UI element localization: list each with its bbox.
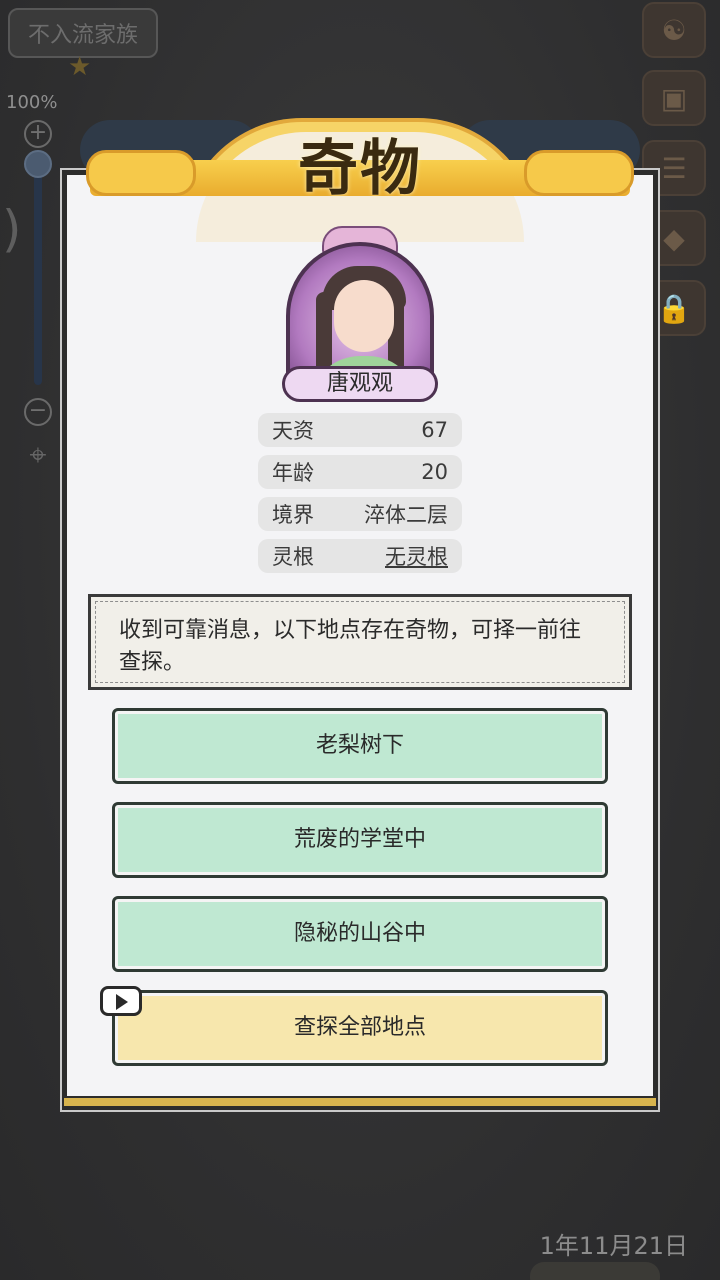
event-message: 收到可靠消息，以下地点存在奇物，可择一前往查探。 — [88, 594, 632, 690]
character-name: 唐观观 — [282, 366, 438, 402]
video-ad-icon — [100, 986, 142, 1016]
bottom-next-button[interactable] — [530, 1262, 660, 1280]
star-icon: ★ — [68, 52, 92, 82]
settings-icon[interactable]: ☯ — [642, 2, 706, 58]
locate-icon[interactable]: ⌖ — [20, 438, 56, 478]
portrait-face — [334, 280, 394, 352]
stat-value: 67 — [421, 418, 448, 442]
map-icon[interactable]: ▣ — [642, 70, 706, 126]
clan-badge[interactable]: 不入流家族 — [8, 8, 158, 58]
stat-aptitude: 天资 67 — [258, 413, 462, 447]
option-button-1[interactable]: 老梨树下 — [112, 708, 608, 784]
zoom-percent: 100% — [6, 92, 58, 113]
option-button-3[interactable]: 隐秘的山谷中 — [112, 896, 608, 972]
stat-value: 淬体二层 — [364, 503, 448, 527]
stat-realm: 境界 淬体二层 — [258, 497, 462, 531]
stat-value-link[interactable]: 无灵根 — [385, 541, 448, 571]
stat-spirit-root: 灵根 无灵根 — [258, 539, 462, 573]
explore-all-button[interactable]: 查探全部地点 — [112, 990, 608, 1066]
stat-label: 灵根 — [272, 545, 314, 569]
game-date: 1年11月21日 — [539, 1232, 688, 1260]
stat-label: 天资 — [272, 419, 314, 443]
stat-label: 境界 — [272, 503, 314, 527]
stat-label: 年龄 — [272, 461, 314, 485]
panel-footer — [62, 1096, 658, 1108]
side-handle-icon[interactable]: ) — [2, 200, 22, 258]
zoom-out-button[interactable]: − — [24, 398, 52, 426]
dialog-title: 奇物 — [298, 134, 422, 204]
option-button-2[interactable]: 荒废的学堂中 — [112, 802, 608, 878]
stat-value: 20 — [421, 460, 448, 484]
stat-age: 年龄 20 — [258, 455, 462, 489]
